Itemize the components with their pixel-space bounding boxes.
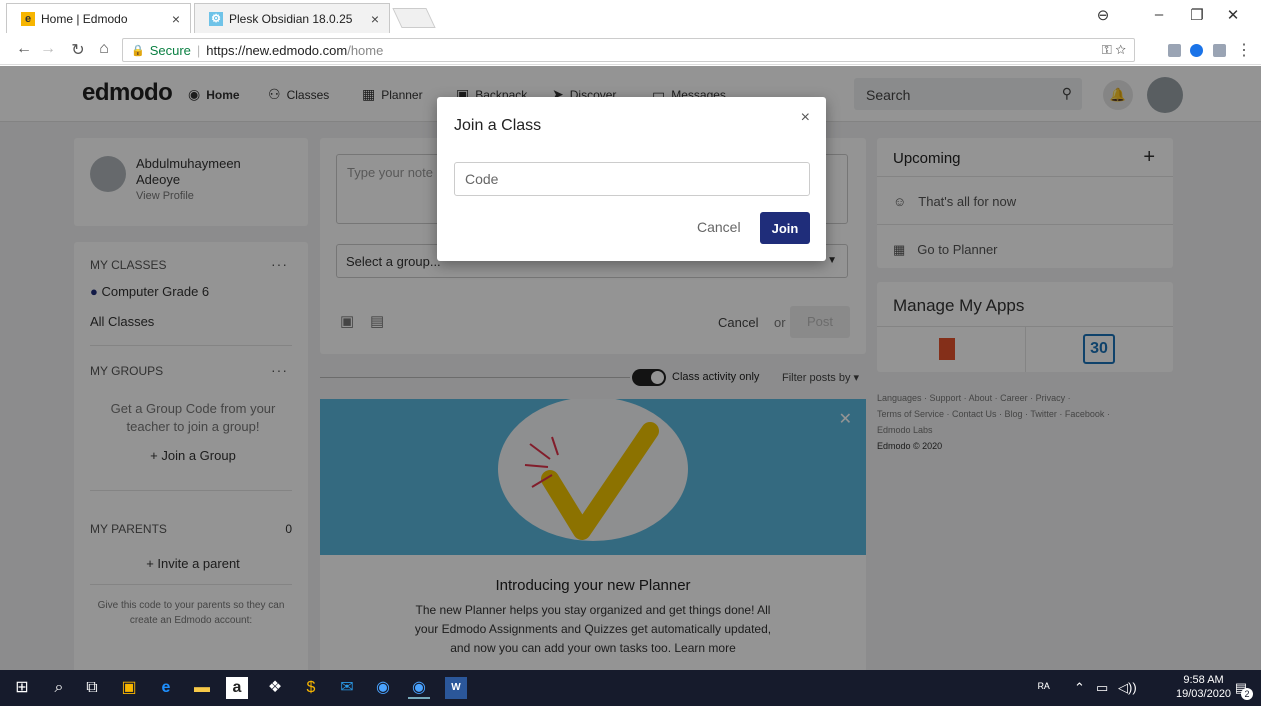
battery-icon[interactable]: ▭ bbox=[1096, 680, 1108, 696]
edge-icon[interactable]: e bbox=[155, 677, 177, 699]
extension-icon[interactable] bbox=[1190, 44, 1203, 57]
dropbox-icon[interactable]: ❖ bbox=[264, 677, 286, 699]
task-view-icon[interactable]: ⧉ bbox=[81, 677, 103, 699]
edmodo-icon: e bbox=[21, 11, 35, 26]
browser-toolbar: ← → ↻ ⌂ 🔒 Secure | https://new.edmodo.co… bbox=[0, 35, 1261, 65]
close-tab-icon[interactable]: × bbox=[371, 11, 379, 27]
address-bar[interactable]: 🔒 Secure | https://new.edmodo.com/home ⚿… bbox=[122, 38, 1135, 62]
windows-start-icon[interactable]: ⊞ bbox=[11, 677, 33, 699]
close-tab-icon[interactable]: × bbox=[172, 11, 180, 27]
forward-icon[interactable]: → bbox=[38, 40, 58, 58]
profile-icon[interactable]: ⊖ bbox=[1092, 6, 1114, 24]
class-code-input[interactable] bbox=[454, 162, 810, 196]
date: 19/03/2020 bbox=[1176, 688, 1232, 700]
extension-icon[interactable] bbox=[1168, 44, 1181, 57]
mail-icon[interactable]: ✉ bbox=[336, 677, 358, 699]
chrome-icon[interactable]: ◉ bbox=[372, 677, 394, 699]
people-icon[interactable]: ᴿᴬ bbox=[1038, 680, 1050, 695]
search-icon[interactable]: ⌕ bbox=[48, 677, 70, 699]
tab-title: Plesk Obsidian 18.0.25 bbox=[229, 11, 353, 26]
reload-icon[interactable]: ↻ bbox=[68, 40, 88, 60]
store-icon[interactable]: ▣ bbox=[118, 677, 140, 699]
file-explorer-icon[interactable]: ▬ bbox=[191, 677, 213, 699]
modal-title: Join a Class bbox=[454, 117, 542, 134]
home-icon[interactable]: ⌂ bbox=[94, 40, 114, 58]
restore-icon[interactable]: ❐ bbox=[1186, 6, 1208, 24]
back-icon[interactable]: ← bbox=[14, 40, 34, 58]
volume-icon[interactable]: ◁)) bbox=[1118, 680, 1137, 696]
url-separator: | bbox=[196, 42, 201, 58]
plesk-icon: ⚙ bbox=[209, 11, 223, 26]
join-button[interactable]: Join bbox=[760, 212, 810, 244]
chevron-up-icon[interactable]: ⌃ bbox=[1074, 680, 1085, 696]
notification-count: 2 bbox=[1241, 688, 1253, 700]
key-icon[interactable]: ⚿ ☆ bbox=[1102, 42, 1126, 58]
join-class-modal: Join a Class × Cancel Join bbox=[437, 97, 826, 261]
clock[interactable]: 9:58 AM 19/03/2020 bbox=[1176, 673, 1231, 701]
amazon-icon[interactable]: a bbox=[226, 677, 248, 699]
close-window-icon[interactable]: ✕ bbox=[1222, 6, 1244, 24]
time: 9:58 AM bbox=[1183, 674, 1224, 686]
tab-plesk[interactable]: ⚙ Plesk Obsidian 18.0.25 × bbox=[194, 3, 390, 33]
url-path: /home bbox=[347, 42, 384, 58]
chrome-active-icon[interactable]: ◉ bbox=[408, 677, 430, 699]
minimize-icon[interactable]: – bbox=[1148, 6, 1170, 23]
lock-icon: 🔒 bbox=[131, 44, 145, 57]
menu-icon[interactable]: ⋮ bbox=[1234, 40, 1254, 60]
url-host: https://new.edmodo.com bbox=[206, 42, 348, 58]
new-tab-button[interactable] bbox=[392, 8, 436, 28]
secure-label: Secure bbox=[149, 42, 191, 58]
tab-edmodo[interactable]: e Home | Edmodo × bbox=[6, 3, 191, 33]
cancel-button[interactable]: Cancel bbox=[697, 219, 741, 235]
sway-icon[interactable]: $ bbox=[300, 677, 322, 699]
word-icon[interactable]: W bbox=[445, 677, 467, 699]
taskbar: ⊞ ⌕ ⧉ ▣ e ▬ a ❖ $ ✉ ◉ ◉ W ᴿᴬ ⌃ ▭ ◁)) 9:5… bbox=[0, 670, 1261, 706]
tab-title: Home | Edmodo bbox=[41, 11, 128, 26]
close-icon[interactable]: × bbox=[801, 109, 810, 127]
browser-tab-strip: e Home | Edmodo × ⚙ Plesk Obsidian 18.0.… bbox=[0, 0, 1261, 35]
extension-icon[interactable] bbox=[1213, 44, 1226, 57]
